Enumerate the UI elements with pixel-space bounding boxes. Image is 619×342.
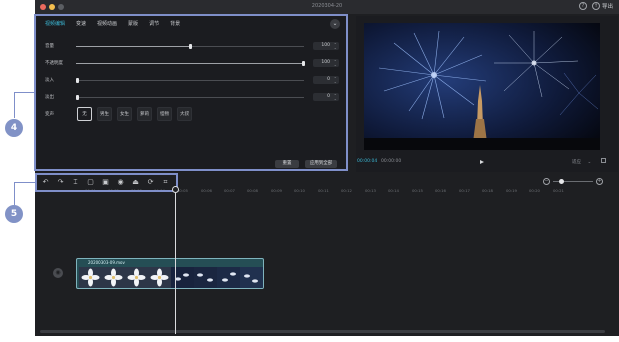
titlebar: 2020304-20 ? ↑ 导出 — [35, 0, 619, 14]
ruler-tick: 00:18 — [482, 188, 493, 193]
edit-panel-highlight — [34, 14, 348, 171]
ruler-tick: 00:06 — [201, 188, 212, 193]
timeline-zoom: − + — [543, 178, 603, 185]
zoom-in-icon[interactable]: + — [596, 178, 603, 185]
play-icon[interactable] — [480, 160, 484, 164]
ruler-tick: 00:09 — [271, 188, 282, 193]
clip-frame — [102, 267, 125, 288]
video-preview — [364, 23, 600, 150]
window-title: 2020304-20 — [311, 3, 343, 9]
connector-line — [14, 92, 34, 93]
zoom-out-icon[interactable]: − — [543, 178, 550, 185]
ruler-tick: 00:07 — [224, 188, 235, 193]
playhead-handle[interactable] — [172, 186, 179, 193]
export-button[interactable]: ↑ 导出 — [591, 2, 613, 10]
ruler-tick: 00:11 — [318, 188, 329, 193]
ruler-tick: 00:10 — [294, 188, 305, 193]
clip-frame — [125, 267, 148, 288]
step-marker-4: 4 — [5, 119, 23, 137]
clip-frame — [217, 267, 240, 288]
question-icon[interactable]: ? — [578, 2, 587, 10]
ruler-tick: 00:14 — [388, 188, 399, 193]
ruler-tick: 00:08 — [247, 188, 258, 193]
total-duration: 00:00:00 — [381, 159, 402, 164]
ruler-tick: 00:15 — [412, 188, 423, 193]
zoom-slider-knob[interactable] — [559, 179, 564, 184]
clip-frame — [148, 267, 171, 288]
connector-line — [14, 182, 15, 205]
current-time: 00:00:04 — [357, 159, 378, 164]
connector-line — [14, 182, 35, 183]
track-cover-icon[interactable]: ◉ — [53, 268, 63, 278]
ruler-tick: 00:20 — [529, 188, 540, 193]
toolbar-highlight — [35, 173, 178, 192]
ruler-tick: 00:13 — [365, 188, 376, 193]
step-marker-5: 5 — [5, 205, 23, 223]
fireworks-video-frame — [364, 23, 600, 150]
ruler-tick: 00:12 — [341, 188, 352, 193]
aspect-ratio-select[interactable]: 适应 ⌄ — [572, 159, 591, 165]
clip-thumbnails — [79, 267, 263, 288]
timeline-scrollbar[interactable] — [40, 330, 605, 333]
aspect-ratio-label: 适应 — [572, 160, 581, 165]
connector-line — [14, 92, 15, 118]
clip-title: 20200303-09.mov — [88, 260, 125, 265]
clip-frame — [194, 267, 217, 288]
clip-frame — [79, 267, 102, 288]
ruler-tick: 00:19 — [506, 188, 517, 193]
ruler-tick: 00:16 — [435, 188, 446, 193]
playhead[interactable] — [175, 186, 176, 334]
preview-panel — [356, 16, 618, 172]
video-clip[interactable]: 20200303-09.mov — [76, 258, 264, 289]
export-icon: ↑ — [591, 2, 600, 10]
zoom-slider[interactable] — [553, 179, 593, 184]
ruler-tick: 00:21 — [553, 188, 564, 193]
chevron-down-icon: ⌄ — [587, 160, 592, 165]
clip-frame — [240, 267, 263, 288]
ruler-tick: 00:17 — [459, 188, 470, 193]
fullscreen-icon[interactable] — [601, 158, 606, 163]
export-label: 导出 — [601, 4, 613, 10]
